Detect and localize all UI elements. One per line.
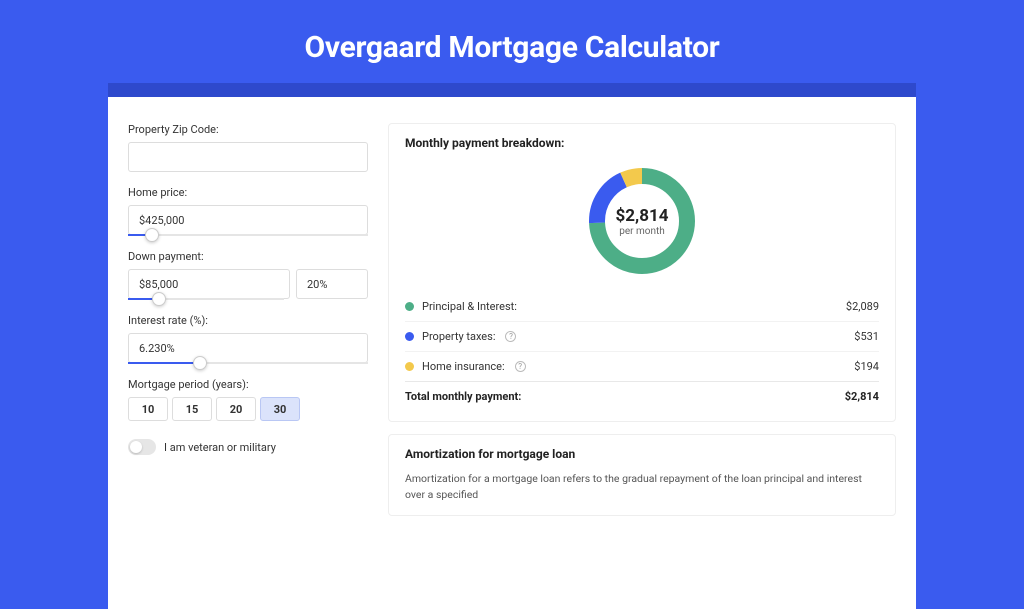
down-payment-slider-thumb[interactable] — [152, 292, 166, 306]
period-field: Mortgage period (years): 10152030 — [128, 378, 368, 421]
veteran-toggle[interactable] — [128, 439, 156, 455]
home-price-value: $425,000 — [139, 214, 184, 227]
page-header: Overgaard Mortgage Calculator — [0, 0, 1024, 83]
down-payment-pct: 20% — [297, 272, 337, 297]
veteran-row: I am veteran or military — [128, 439, 368, 455]
down-payment-label: Down payment: — [128, 250, 368, 263]
legend-row: Principal & Interest: $2,089 — [405, 292, 879, 321]
zip-label: Property Zip Code: — [128, 123, 368, 136]
legend-value: $2,089 — [846, 300, 879, 313]
legend-row: Home insurance:? $194 — [405, 351, 879, 381]
donut-amount: $2,814 — [616, 206, 669, 226]
period-button-10[interactable]: 10 — [128, 397, 168, 421]
veteran-label: I am veteran or military — [164, 441, 276, 454]
donut-sub: per month — [619, 226, 665, 237]
donut-chart-wrap: $2,814 per month — [405, 156, 879, 286]
donut-center: $2,814 per month — [583, 162, 701, 280]
legend-dot-icon — [405, 302, 414, 311]
breakdown-title: Monthly payment breakdown: — [405, 136, 879, 150]
legend-dot-icon — [405, 362, 414, 371]
down-payment-slider[interactable] — [128, 298, 284, 300]
rate-value: 6.230% — [139, 342, 175, 355]
info-icon[interactable]: ? — [505, 331, 516, 342]
calculator-card: Property Zip Code: Home price: $425,000 … — [108, 97, 916, 609]
period-label: Mortgage period (years): — [128, 378, 368, 391]
legend-label: Property taxes: — [422, 330, 495, 343]
rate-field: Interest rate (%): 6.230% — [128, 314, 368, 364]
home-price-field: Home price: $425,000 — [128, 186, 368, 236]
legend-value: $531 — [854, 330, 879, 343]
breakdown-total-row: Total monthly payment: $2,814 — [405, 381, 879, 411]
zip-field: Property Zip Code: — [128, 123, 368, 172]
legend-dot-icon — [405, 332, 414, 341]
amortization-card: Amortization for mortgage loan Amortizat… — [388, 434, 896, 516]
legend-label: Home insurance: — [422, 360, 505, 373]
down-payment-percent-input[interactable]: 20% — [296, 269, 368, 299]
breakdown-card: Monthly payment breakdown: $2,814 per mo… — [388, 123, 896, 422]
rate-slider[interactable] — [128, 362, 368, 364]
inputs-panel: Property Zip Code: Home price: $425,000 … — [128, 123, 368, 609]
rate-input[interactable]: 6.230% — [128, 333, 368, 363]
info-icon[interactable]: ? — [515, 361, 526, 372]
legend-value: $194 — [854, 360, 879, 373]
results-panel: Monthly payment breakdown: $2,814 per mo… — [388, 123, 896, 609]
legend-label: Principal & Interest: — [422, 300, 517, 313]
rate-slider-fill — [128, 362, 200, 364]
breakdown-legend: Principal & Interest: $2,089 Property taxe… — [405, 292, 879, 381]
period-button-30[interactable]: 30 — [260, 397, 300, 421]
period-buttons: 10152030 — [128, 397, 368, 421]
page-title: Overgaard Mortgage Calculator — [0, 30, 1024, 65]
home-price-slider[interactable] — [128, 234, 368, 236]
home-price-label: Home price: — [128, 186, 368, 199]
zip-input[interactable] — [128, 142, 368, 172]
home-price-slider-thumb[interactable] — [145, 228, 159, 242]
donut-chart: $2,814 per month — [583, 162, 701, 280]
legend-row: Property taxes:? $531 — [405, 321, 879, 351]
breakdown-total-label: Total monthly payment: — [405, 390, 521, 403]
period-button-20[interactable]: 20 — [216, 397, 256, 421]
period-button-15[interactable]: 15 — [172, 397, 212, 421]
amortization-title: Amortization for mortgage loan — [405, 447, 879, 461]
breakdown-total-value: $2,814 — [845, 390, 879, 403]
down-payment-field: Down payment: $85,000 20% — [128, 250, 368, 300]
home-price-input[interactable]: $425,000 — [128, 205, 368, 235]
rate-slider-thumb[interactable] — [193, 356, 207, 370]
rate-label: Interest rate (%): — [128, 314, 368, 327]
header-shadow — [108, 83, 916, 97]
amortization-body: Amortization for a mortgage loan refers … — [405, 471, 879, 503]
